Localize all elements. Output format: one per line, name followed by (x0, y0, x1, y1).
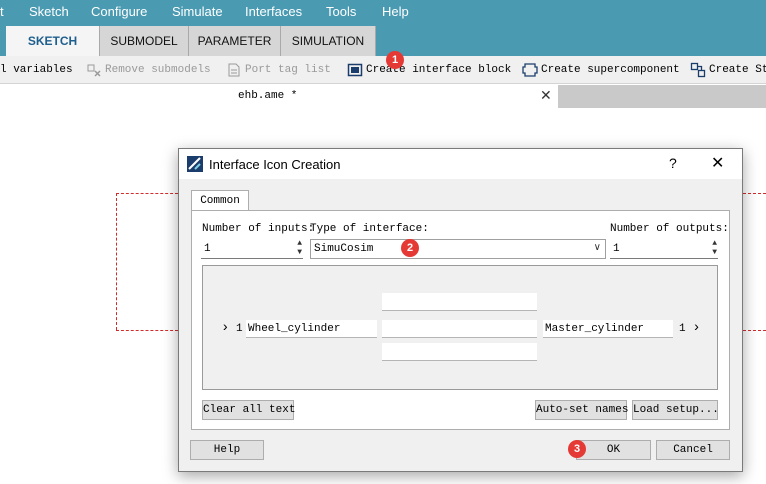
dialog-title: Interface Icon Creation (209, 157, 341, 172)
menu-item-interfaces[interactable]: Interfaces (245, 4, 302, 19)
menu-item-truncated[interactable]: t (0, 4, 4, 19)
input-port-indicator: › 1 (221, 320, 243, 336)
help-icon[interactable]: ? (669, 155, 677, 171)
stepper-arrows-icon[interactable]: ▲ ▼ (712, 239, 717, 257)
document-tab-title[interactable]: ehb.ame * (238, 90, 297, 102)
interface-block-icon (347, 63, 363, 77)
create-interface-block-button[interactable]: Create interface block (347, 61, 511, 79)
stepper-arrows-icon[interactable]: ▲ ▼ (297, 239, 302, 257)
inputs-label: Number of inputs: (202, 223, 315, 235)
tab-parameter[interactable]: PARAMETER (189, 26, 281, 56)
sketch-dashed-line-bottom-right (743, 330, 766, 331)
create-st-icon (690, 62, 706, 78)
menu-item-simulate[interactable]: Simulate (172, 4, 223, 19)
input-port-name-field[interactable]: Wheel_cylinder (246, 320, 377, 338)
port-tag-list-label: Port tag list (245, 64, 331, 76)
input-port-number: 1 (236, 323, 243, 335)
create-st-button[interactable]: Create St (690, 61, 766, 79)
variables-label: l variables (0, 64, 73, 76)
cancel-button[interactable]: Cancel (656, 440, 730, 460)
help-button[interactable]: Help (190, 440, 264, 460)
create-supercomponent-button[interactable]: Create supercomponent (522, 61, 680, 79)
menu-item-help[interactable]: Help (382, 4, 409, 19)
menu-item-sketch[interactable]: Sketch (29, 4, 69, 19)
sketch-dashed-line-left (116, 193, 117, 330)
document-close-icon[interactable]: ✕ (540, 87, 552, 104)
clear-all-text-button[interactable]: Clear all text (202, 400, 295, 420)
dialog-title-bar[interactable]: Interface Icon Creation ? ✕ (179, 149, 742, 179)
document-strip-empty-area (558, 85, 766, 108)
menu-item-tools[interactable]: Tools (326, 4, 356, 19)
remove-submodels-button[interactable]: Remove submodels (86, 61, 211, 79)
center-text-field-top[interactable] (382, 293, 537, 311)
step-badge-1: 1 (386, 51, 404, 69)
tab-common[interactable]: Common (191, 190, 249, 211)
remove-submodels-label: Remove submodels (105, 64, 211, 76)
inputs-value: 1 (204, 243, 211, 255)
chevron-right-icon: › (692, 320, 701, 336)
output-port-indicator: 1 › (679, 320, 701, 336)
menu-item-configure[interactable]: Configure (91, 4, 147, 19)
sketch-dashed-line-top (116, 193, 178, 194)
auto-set-names-button[interactable]: Auto-set names (535, 400, 628, 420)
interface-type-value: SimuCosim (314, 243, 374, 255)
chevron-right-icon: › (221, 320, 230, 336)
sketch-dashed-line-bottom (116, 330, 178, 331)
port-tag-list-button[interactable]: Port tag list (226, 61, 331, 79)
toolbar: l variables Remove submodels Port tag li… (0, 56, 766, 84)
sketch-dashed-line-top-right (743, 193, 766, 194)
app-logo-icon (187, 156, 203, 172)
output-port-name-field[interactable]: Master_cylinder (543, 320, 673, 338)
interface-type-label: Type of interface: (310, 223, 429, 235)
create-st-label: Create St (709, 64, 766, 76)
variables-button[interactable]: l variables (0, 61, 73, 79)
load-setup-button[interactable]: Load setup... (632, 400, 719, 420)
outputs-value: 1 (613, 243, 620, 255)
center-text-field-middle[interactable] (382, 320, 537, 338)
supercomponent-icon (522, 63, 538, 77)
output-port-number: 1 (679, 323, 686, 335)
interface-icon-preview: › 1 Wheel_cylinder Master_cylinder 1 › (202, 265, 718, 390)
port-tag-icon (228, 63, 240, 77)
chevron-down-icon: ∨ (593, 243, 601, 254)
interface-icon-creation-dialog: Interface Icon Creation ? ✕ Common Numbe… (178, 148, 743, 472)
menu-bar: t Sketch Configure Simulate Interfaces T… (0, 0, 766, 25)
step-badge-3: 3 (568, 440, 586, 458)
document-tab-strip: ehb.ame * ✕ (0, 85, 766, 108)
step-badge-2: 2 (401, 239, 419, 257)
create-supercomponent-label: Create supercomponent (541, 64, 680, 76)
inputs-stepper[interactable]: 1 ▲ ▼ (201, 239, 303, 259)
outputs-stepper[interactable]: 1 ▲ ▼ (610, 239, 718, 259)
tab-simulation[interactable]: SIMULATION (281, 26, 376, 56)
outputs-label: Number of outputs: (610, 223, 729, 235)
close-icon[interactable]: ✕ (711, 153, 724, 173)
tab-submodel[interactable]: SUBMODEL (100, 26, 189, 56)
interface-type-select[interactable]: SimuCosim ∨ (310, 239, 606, 259)
center-text-field-bottom[interactable] (382, 343, 537, 361)
tab-sketch[interactable]: SKETCH (6, 26, 100, 56)
remove-submodels-icon (87, 64, 101, 77)
mode-tab-row: SKETCH SUBMODEL PARAMETER SIMULATION (0, 25, 766, 56)
ok-button[interactable]: OK (576, 440, 651, 460)
